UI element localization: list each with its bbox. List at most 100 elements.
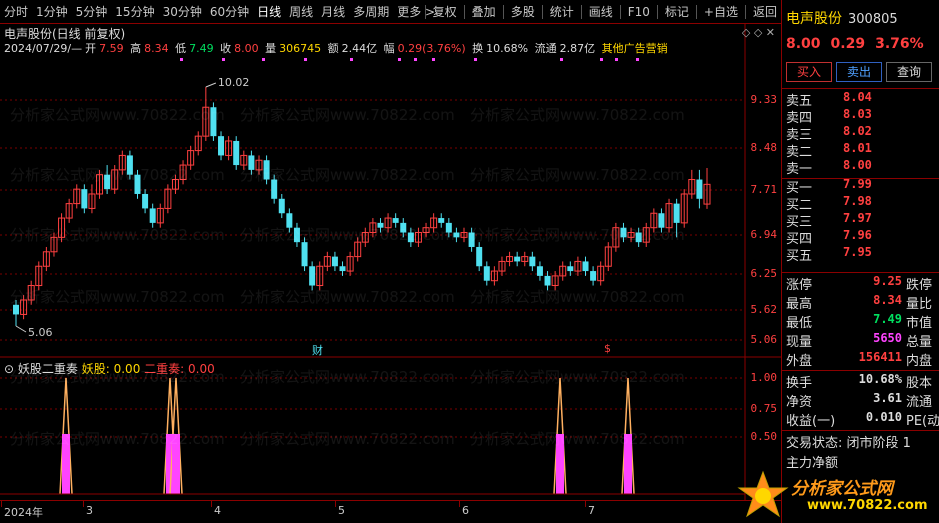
- period-tab-5[interactable]: 60分钟: [206, 0, 253, 24]
- info-open: 7.59: [99, 42, 124, 55]
- order-level-price: 7.97: [843, 211, 872, 225]
- panel-divider: [782, 178, 939, 179]
- ask-row[interactable]: 卖四 8.03: [786, 107, 936, 126]
- info-change-label: 幅: [383, 42, 395, 55]
- candle-body-down: [301, 242, 308, 267]
- period-tab-2[interactable]: 5分钟: [72, 0, 112, 24]
- signal-dot: [600, 58, 603, 61]
- logo-icon: [737, 470, 789, 518]
- period-tab-0[interactable]: 分时: [0, 0, 32, 24]
- candle-body-down: [149, 208, 156, 223]
- bid-row[interactable]: 买一 7.99: [786, 177, 936, 196]
- ask-row[interactable]: 卖一 8.00: [786, 158, 936, 177]
- stat-label: 现量: [786, 335, 813, 350]
- info-date: 2024/07/29/—: [4, 42, 83, 55]
- tool-button-5[interactable]: F10: [624, 0, 654, 24]
- stat-row: 外盘 156411 内盘: [786, 350, 939, 369]
- signal-dot: [398, 58, 401, 61]
- info-amount-label: 额: [327, 42, 339, 55]
- tool-button-4[interactable]: 画线: [585, 0, 617, 24]
- info-turnover: 10.68%: [486, 42, 529, 55]
- period-toolbar: 分时 1分钟 5分钟 15分钟 30分钟 60分钟 日线 周线 月线 多周期 更多 > 复权 叠加 多股…: [0, 0, 781, 24]
- signal-dot: [180, 58, 183, 61]
- indicator-tick-label: 0.75: [750, 402, 778, 415]
- price-tick-label: 9.33: [750, 93, 778, 106]
- stock-name-text: 电声股份: [786, 11, 842, 27]
- bid-row[interactable]: 买五 7.95: [786, 245, 936, 264]
- candle-body-down: [514, 256, 521, 262]
- ask-row[interactable]: 卖三 8.02: [786, 124, 936, 143]
- period-tab-9[interactable]: 多周期: [349, 0, 393, 24]
- signal-dot: [560, 58, 563, 61]
- period-tab-3[interactable]: 15分钟: [111, 0, 158, 24]
- signal-dot: [304, 58, 307, 61]
- period-tab-7[interactable]: 周线: [285, 0, 317, 24]
- info-sector: 其他广告营销: [601, 42, 668, 55]
- bid-row[interactable]: 买三 7.97: [786, 211, 936, 230]
- watermark: 分析家公式网www.70822.com: [470, 166, 685, 184]
- dividend-marker[interactable]: $: [604, 342, 611, 355]
- financial-report-marker[interactable]: 财: [312, 342, 323, 358]
- stat-row: 最高 8.34 量比: [786, 293, 939, 312]
- panel-divider: [782, 370, 939, 371]
- tool-button-0[interactable]: 复权: [429, 0, 461, 24]
- stat-label: 最低: [786, 316, 813, 331]
- date-axis-tick: [459, 501, 460, 507]
- date-axis-tick: [211, 501, 212, 507]
- toolbar-separator: [541, 5, 543, 19]
- tool-button-1[interactable]: 叠加: [468, 0, 500, 24]
- tool-button-3[interactable]: 统计: [546, 0, 578, 24]
- query-button[interactable]: 查询: [886, 62, 932, 82]
- signal-dot: [414, 58, 417, 61]
- period-tab-1[interactable]: 1分钟: [32, 0, 72, 24]
- watermark: 分析家公式网www.70822.com: [470, 368, 685, 386]
- price-tick-label: 7.71: [750, 183, 778, 196]
- ask-row[interactable]: 卖五 8.04: [786, 90, 936, 109]
- ask-row[interactable]: 卖二 8.01: [786, 141, 936, 160]
- stat-row: 涨停 9.25 跌停: [786, 274, 939, 293]
- date-axis-tick: [585, 501, 586, 507]
- watermark: 分析家公式网www.70822.com: [240, 166, 455, 184]
- stat-label: 最高: [786, 297, 813, 312]
- signal-dot: [222, 58, 225, 61]
- buy-button[interactable]: 买入: [786, 62, 832, 82]
- panel-divider: [782, 272, 939, 273]
- order-level-label: 卖一: [786, 162, 813, 177]
- bid-row[interactable]: 买二 7.98: [786, 194, 936, 213]
- date-axis-label: 7: [588, 504, 595, 517]
- period-tab-4[interactable]: 30分钟: [159, 0, 206, 24]
- tool-button-8[interactable]: 返回: [749, 0, 781, 24]
- tool-button-6[interactable]: 标记: [661, 0, 693, 24]
- bid-row[interactable]: 买四 7.96: [786, 228, 936, 247]
- period-tab-8[interactable]: 月线: [317, 0, 349, 24]
- tool-button-2[interactable]: 多股: [507, 0, 539, 24]
- period-tab-6[interactable]: 日线: [253, 0, 285, 24]
- watermark: 分析家公式网www.70822.com: [240, 288, 455, 306]
- toolbar-separator: [695, 5, 697, 19]
- toolbar-separator: [424, 5, 426, 19]
- stat-label-secondary: 股本: [906, 376, 933, 391]
- watermark: 分析家公式网www.70822.com: [240, 430, 455, 448]
- candle-body-down: [696, 179, 703, 199]
- watermark: 分析家公式网www.70822.com: [240, 368, 455, 386]
- kline-info-line: 2024/07/29/— 开 7.59 高 8.34 低 7.49 收 8.00 量 306…: [4, 40, 671, 56]
- chart-window-controls[interactable]: ◇ ◇ ✕: [742, 26, 775, 39]
- panel-divider: [782, 88, 939, 89]
- low-pointer: [15, 325, 27, 333]
- stat-value: 3.61: [873, 391, 902, 405]
- stat-value: 7.49: [873, 312, 902, 326]
- high-pointer: [205, 82, 217, 88]
- date-axis-label: 4: [214, 504, 221, 517]
- stat-value: 9.25: [873, 274, 902, 288]
- candle-body-down: [278, 198, 285, 214]
- chart-area[interactable]: 10.02 5.06 电声股份(日线 前复权) ◇ ◇ ✕ 2024/07/29/…: [0, 24, 781, 523]
- signal-dot: [615, 58, 618, 61]
- stat-row: 净资 3.61 流通: [786, 391, 939, 410]
- stock-change: 0.29: [830, 36, 866, 52]
- tool-button-7[interactable]: +自选: [700, 0, 742, 24]
- toolbar-separator: [744, 5, 746, 19]
- sell-button[interactable]: 卖出: [836, 62, 882, 82]
- stock-price: 8.00: [786, 36, 821, 52]
- toolbar-separator: [463, 5, 465, 19]
- info-low: 7.49: [189, 42, 214, 55]
